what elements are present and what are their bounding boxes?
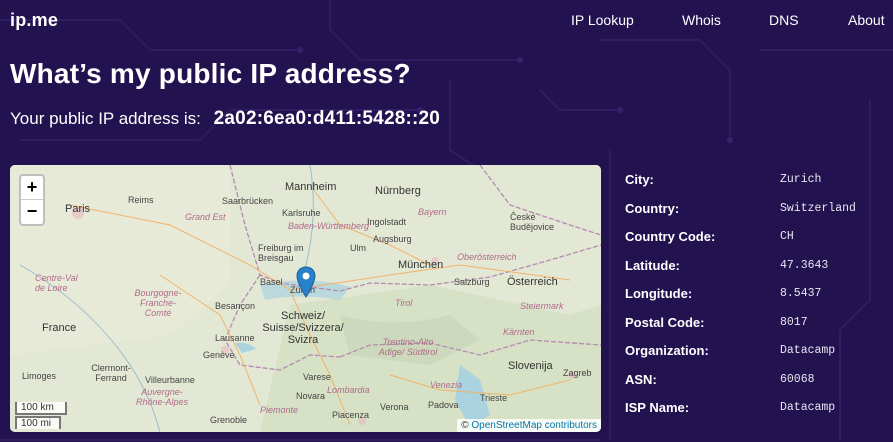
detail-row-country: Country: Switzerland — [625, 195, 885, 224]
map-label: Slovenija — [508, 360, 553, 372]
map-label: Piacenza — [332, 410, 370, 420]
map-label: Augsburg — [373, 234, 412, 244]
map-label: Centre-Val de Loire — [35, 273, 78, 293]
map-label: France — [42, 322, 77, 334]
detail-value: CH — [780, 230, 794, 243]
detail-label: Organization: — [625, 343, 709, 358]
detail-row-postal-code: Postal Code: 8017 — [625, 309, 885, 338]
map-label: Ulm — [350, 243, 366, 253]
map-label: Villeurbanne — [145, 375, 195, 385]
location-pin-icon[interactable] — [296, 266, 316, 298]
map-label: Basel — [260, 277, 283, 287]
zoom-in-button[interactable]: + — [21, 176, 43, 200]
map-label: München — [398, 259, 444, 271]
ip-address-line: Your public IP address is: 2a02:6ea0:d41… — [10, 108, 440, 130]
map-label: Mannheim — [285, 181, 337, 193]
map-label: Reims — [128, 195, 154, 205]
map-label: Trentino-Alto Adige/ Südtirol — [378, 337, 438, 357]
zoom-control: + − — [19, 174, 45, 226]
detail-row-latitude: Latitude: 47.3643 — [625, 252, 885, 281]
nav-ip-lookup[interactable]: IP Lookup — [571, 12, 634, 28]
map-label: Clermont-Ferrand — [91, 363, 131, 383]
scale-km: 100 km — [15, 402, 67, 415]
detail-value: 60068 — [780, 372, 815, 386]
ip-value[interactable]: 2a02:6ea0:d411:5428::20 — [214, 108, 440, 129]
detail-label: Latitude: — [625, 257, 680, 273]
map-label: Nürnberg — [375, 185, 421, 197]
site-logo[interactable]: ip.me — [10, 10, 58, 31]
detail-label: Country Code: — [625, 229, 716, 244]
detail-row-isp-name: ISP Name: Datacamp — [625, 394, 885, 423]
map-label: Besançon — [215, 301, 256, 311]
scale-mi: 100 mi — [15, 416, 61, 429]
openstreetmap-link[interactable]: OpenStreetMap contributors — [471, 420, 597, 431]
detail-row-asn: ASN: 60068 — [625, 366, 885, 395]
map-label: Steiermark — [520, 301, 564, 311]
map-label: Saarbrücken — [222, 196, 274, 206]
detail-value: Datacamp — [780, 401, 836, 414]
detail-label: City: — [625, 172, 654, 187]
map-label: Bourgogne-Franche-Comté — [134, 288, 182, 318]
map-label: Karlsruhe — [282, 208, 321, 218]
detail-label: Country: — [625, 200, 680, 216]
map-label: Grenoble — [210, 415, 248, 425]
map-label: Limoges — [22, 371, 57, 381]
map-label: Lausanne — [215, 333, 255, 343]
map-label: Österreich — [507, 276, 558, 288]
detail-label: ISP Name: — [625, 400, 690, 415]
map-label: Oberösterreich — [457, 252, 517, 262]
map-label: Schweiz/ Suisse/Svizzera/ Svizra — [262, 310, 344, 346]
nav-dns[interactable]: DNS — [769, 12, 799, 28]
top-navigation: ip.me IP Lookup Whois DNS About — [0, 0, 893, 38]
location-map[interactable]: Mannheim Nürnberg Paris Reims Saarbrücke… — [10, 165, 601, 432]
map-label: Tirol — [395, 298, 413, 308]
ip-label: Your public IP address is: — [10, 109, 201, 128]
nav-about[interactable]: About — [848, 12, 885, 28]
map-label: Novara — [296, 391, 326, 401]
map-label: Trieste — [480, 393, 508, 403]
map-label: Varese — [303, 372, 331, 382]
map-label: Bayern — [418, 207, 447, 217]
detail-value: 8017 — [780, 315, 808, 329]
detail-value: 47.3643 — [780, 258, 829, 272]
zoom-out-button[interactable]: − — [21, 200, 43, 224]
nav-whois[interactable]: Whois — [682, 12, 721, 28]
detail-value: Zurich — [780, 173, 822, 186]
detail-row-country-code: Country Code: CH — [625, 223, 885, 252]
detail-row-city: City: Zurich — [625, 166, 885, 195]
detail-label: Postal Code: — [625, 314, 705, 330]
map-label: Genève — [203, 350, 235, 360]
ip-details-table: City: Zurich Country: Switzerland Countr… — [625, 166, 885, 423]
map-scale: 100 km 100 mi — [15, 402, 67, 429]
detail-row-organization: Organization: Datacamp — [625, 337, 885, 366]
map-label: Baden-Württemberg — [288, 221, 370, 231]
map-label: Venezia — [430, 380, 463, 390]
detail-label: ASN: — [625, 371, 657, 387]
map-label: Ingolstadt — [367, 217, 407, 227]
map-label: Padova — [428, 400, 459, 410]
detail-row-longitude: Longitude: 8.5437 — [625, 280, 885, 309]
map-label: Salzburg — [454, 277, 490, 287]
detail-value: Switzerland — [780, 201, 856, 215]
map-label: Paris — [65, 203, 91, 215]
map-label: České Budějovice — [510, 212, 555, 232]
map-label: Piemonte — [260, 405, 299, 415]
map-label: Zagreb — [563, 368, 592, 378]
map-label: Lombardia — [327, 385, 370, 395]
map-label: Verona — [380, 402, 409, 412]
detail-value: 8.5437 — [780, 287, 822, 300]
map-label: Auvergne-Rhône-Alpes — [135, 387, 189, 407]
map-label: Kärnten — [503, 327, 535, 337]
map-label: Freiburg im Breisgau — [258, 243, 304, 263]
detail-label: Longitude: — [625, 286, 693, 301]
map-label: Grand Est — [185, 212, 226, 222]
detail-value: Datacamp — [780, 344, 836, 357]
page-title: What’s my public IP address? — [10, 58, 411, 89]
map-attribution: © OpenStreetMap contributors — [457, 419, 601, 432]
